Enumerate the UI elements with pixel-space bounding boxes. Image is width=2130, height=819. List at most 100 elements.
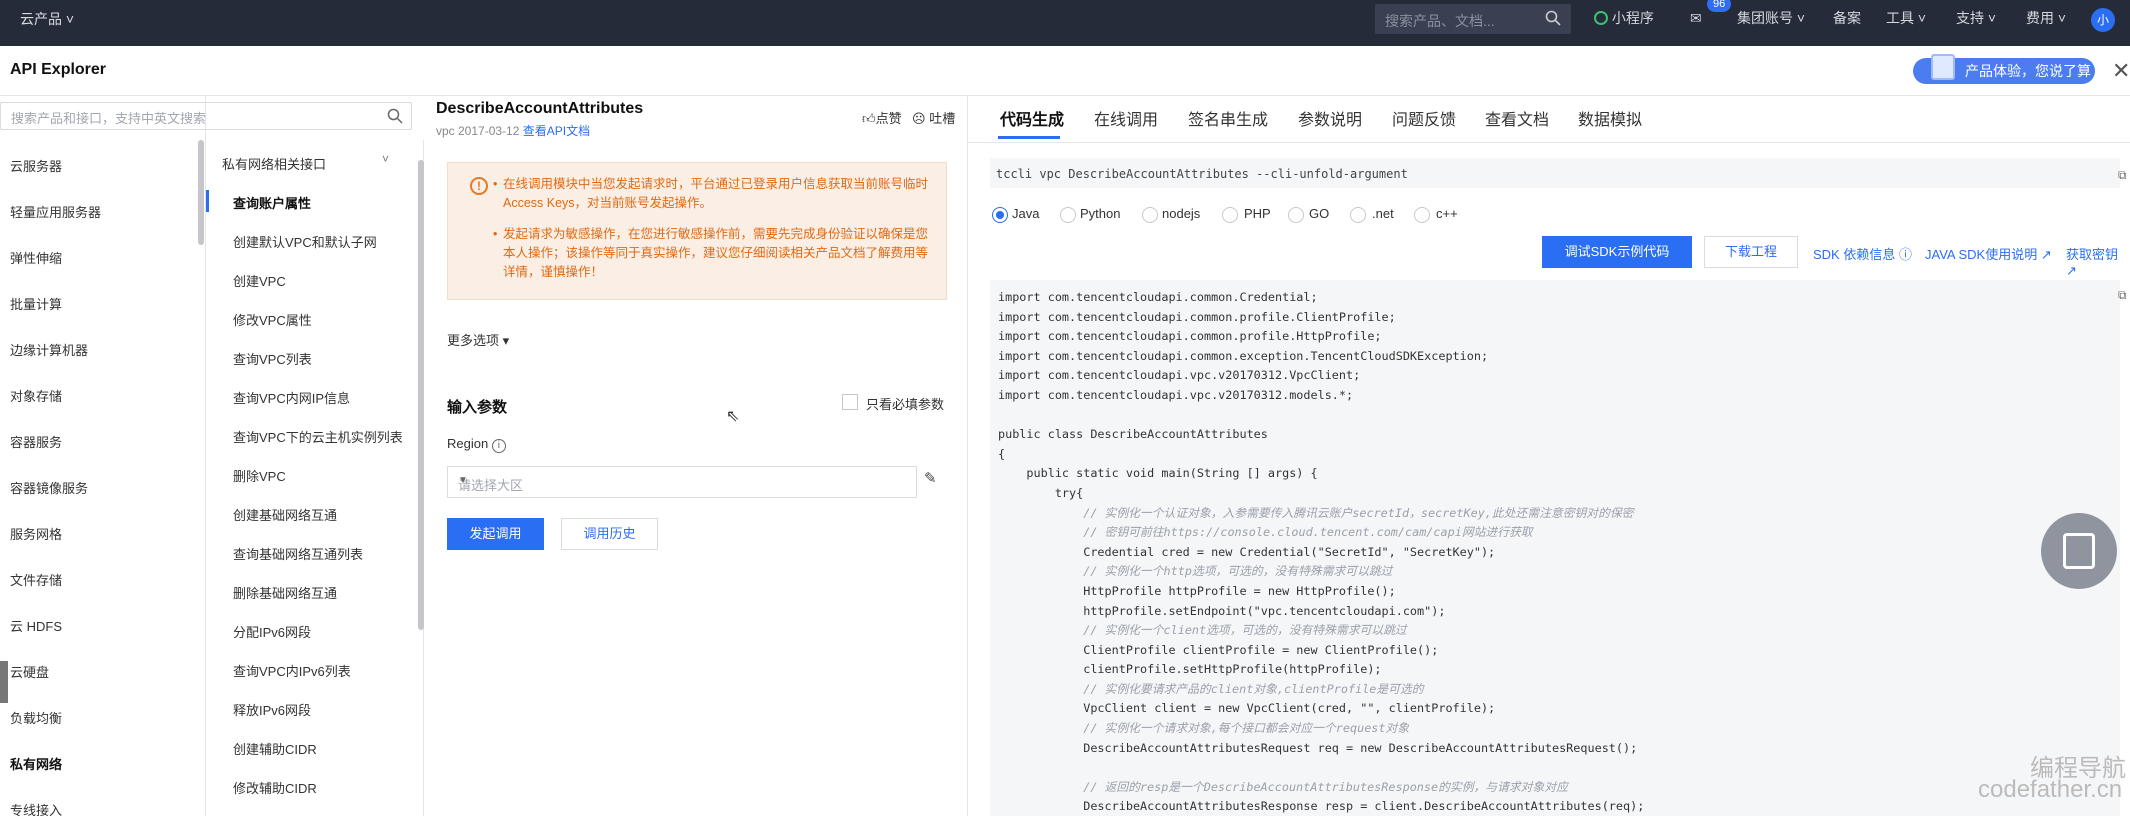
product-item[interactable]: 边缘计算机器 [10,340,88,359]
get-key-link[interactable]: 获取密钥 ↗ [2066,244,2130,279]
product-item[interactable]: 专线接入 [10,800,62,819]
tab-docs[interactable]: 查看文档 [1485,106,1549,130]
beian-link[interactable]: 备案 [1833,0,1861,38]
api-item[interactable]: 创建基础网络互通 [233,505,337,524]
product-item[interactable]: 轻量应用服务器 [10,202,101,221]
complain-label: 吐槽 [929,111,956,126]
product-item[interactable]: 云 HDFS [10,616,62,635]
api-item[interactable]: 删除VPC [233,466,286,485]
copy-icon[interactable]: ⧉ [2118,288,2127,303]
search-icon[interactable] [1545,10,1561,26]
api-item[interactable]: 创建默认VPC和默认子网 [233,232,377,251]
api-name: DescribeAccountAttributes [436,100,644,117]
product-item[interactable]: 云硬盘 [10,662,49,681]
api-item[interactable]: 分配IPv6网段 [233,622,311,641]
api-item[interactable]: 创建辅助CIDR [233,739,317,758]
api-item-active[interactable]: 查询账户属性 [233,193,311,212]
product-item[interactable]: 对象存储 [10,386,62,405]
sdk-deps-label: SDK 依赖信息 [1813,247,1896,262]
lang-radio-java[interactable] [992,207,1008,223]
copy-icon[interactable]: ⧉ [2118,168,2127,183]
product-item[interactable]: 文件存储 [10,570,62,589]
tools-menu[interactable]: 工具 ˅ [1886,0,1926,38]
tab-mock[interactable]: 数据模拟 [1578,106,1642,130]
product-search-input[interactable]: 搜索产品和接口，支持中英文搜索 [0,102,412,130]
api-item[interactable]: 查询VPC内IPv6列表 [233,661,351,680]
api-list: 私有网络相关接口 ˅ 查询账户属性 创建默认VPC和默认子网 创建VPC 修改VP… [206,140,424,816]
mini-program-link[interactable]: 小程序 [1594,0,1654,38]
product-item[interactable]: 容器服务 [10,432,62,451]
code-line: // 实例化一个请求对象,每个接口都会对应一个request对象 [998,721,1410,736]
code-line: HttpProfile httpProfile = new HttpProfil… [998,583,1396,598]
cli-command: tccli vpc DescribeAccountAttributes --cl… [990,158,2120,188]
global-search[interactable]: 搜索产品、文档... [1375,4,1571,34]
fees-menu[interactable]: 费用 ˅ [2026,0,2066,38]
code-line: public static void main(String [] args) … [998,466,1318,481]
input-params-heading: 输入参数 [447,399,508,416]
info-icon[interactable]: i [491,439,506,453]
region-select[interactable]: 请选择大区 ▼ [447,466,917,498]
more-options-toggle[interactable]: 更多选项 ▾ [447,330,509,349]
code-line: // 实例化一个http选项，可选的，没有特殊需求可以跳过 [998,564,1393,579]
code-line: httpProfile.setEndpoint("vpc.tencentclou… [998,603,1446,618]
tab-params[interactable]: 参数说明 [1298,106,1362,130]
lang-radio-dotnet[interactable] [1350,207,1366,223]
product-item[interactable]: 容器镜像服务 [10,478,88,497]
complain-button[interactable]: ☹ 吐槽 [912,108,955,127]
call-history-button[interactable]: 调用历史 [561,518,658,550]
like-button[interactable]: 👍︎点赞 [862,108,902,127]
api-item[interactable]: 查询VPC内网IP信息 [233,388,350,407]
api-item[interactable]: 修改VPC属性 [233,310,312,329]
api-item[interactable]: 查询VPC下的云主机实例列表 [233,427,403,446]
group-account-menu[interactable]: 集团账号 ˅ [1737,0,1805,38]
tab-signature[interactable]: 签名串生成 [1188,106,1268,130]
api-group-header[interactable]: 私有网络相关接口 ˅ [222,152,389,173]
lang-radio-php[interactable] [1222,207,1238,223]
support-menu[interactable]: 支持 ˅ [1956,0,1996,38]
api-item[interactable]: 查询基础网络互通列表 [233,544,363,563]
tab-code-gen[interactable]: 代码生成 [1000,106,1064,130]
close-icon[interactable]: ✕ [2112,58,2130,84]
tab-feedback[interactable]: 问题反馈 [1392,106,1456,130]
tab-online-call[interactable]: 在线调用 [1094,106,1158,130]
tools-label: 工具 [1886,10,1914,26]
mail-icon[interactable]: ✉ [1690,0,1702,38]
only-required-checkbox[interactable] [842,394,858,410]
submit-call-button[interactable]: 发起调用 [447,518,544,550]
api-item[interactable]: 查询VPC列表 [233,349,312,368]
lang-label: PHP [1244,206,1271,221]
lang-radio-nodejs[interactable] [1142,207,1158,223]
lang-radio-go[interactable] [1288,207,1304,223]
avatar[interactable]: 小 [2091,8,2115,32]
product-item[interactable]: 服务网格 [10,524,62,543]
lang-radio-python[interactable] [1060,207,1076,223]
video-play-button[interactable] [2041,513,2117,589]
api-doc-link[interactable]: 查看API文档 [523,124,590,138]
product-item[interactable]: 弹性伸缩 [10,248,62,267]
code-panel: 代码生成 在线调用 签名串生成 参数说明 问题反馈 查看文档 数据模拟 tccl… [968,96,2130,816]
product-item-active[interactable]: 私有网络 [10,754,62,773]
lang-radio-cpp[interactable] [1414,207,1430,223]
api-item[interactable]: 删除基础网络互通 [233,583,337,602]
product-scrollbar[interactable] [198,140,204,245]
api-item[interactable]: 释放IPv6网段 [233,700,311,719]
sdk-deps-link[interactable]: SDK 依赖信息 ⓘ [1813,244,1912,263]
product-item[interactable]: 负载均衡 [10,708,62,727]
cloud-products-menu[interactable]: 云产品 ˅ [20,0,74,46]
api-item[interactable]: 创建VPC [233,271,286,290]
api-item[interactable]: 修改辅助CIDR [233,778,317,797]
edit-icon[interactable]: ✎ [924,469,937,487]
fees-label: 费用 [2026,10,2054,26]
debug-sdk-button[interactable]: 调试SDK示例代码 [1542,236,1692,268]
feedback-promo-button[interactable]: 产品体验，您说了算 [1913,54,2095,84]
search-icon[interactable] [387,108,403,124]
get-key-label: 获取密钥 [2066,247,2119,262]
product-item[interactable]: 云服务器 [10,156,62,175]
download-project-button[interactable]: 下载工程 [1704,236,1798,268]
java-sdk-doc-link[interactable]: JAVA SDK使用说明 ↗ [1925,244,2052,263]
product-sidebar: 搜索产品和接口，支持中英文搜索 云服务器 轻量应用服务器 弹性伸缩 批量计算 边… [0,96,412,819]
code-line: VpcClient client = new VpcClient(cred, "… [998,701,1496,716]
product-item[interactable]: 批量计算 [10,294,62,313]
only-required-label: 只看必填参数 [866,397,945,412]
